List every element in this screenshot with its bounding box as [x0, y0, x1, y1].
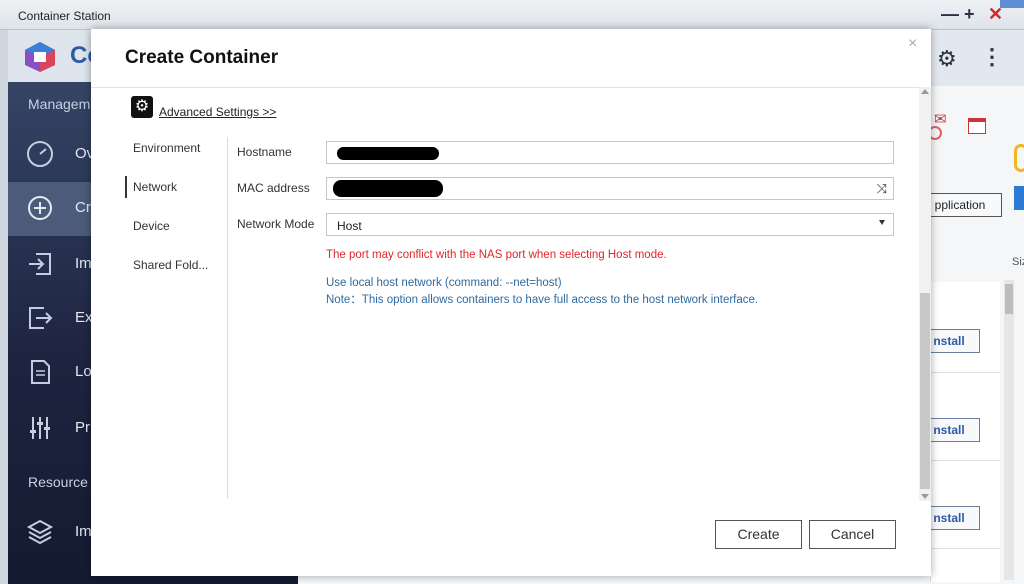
tab-network[interactable]: Network	[125, 176, 229, 198]
background-scrollbar[interactable]	[1004, 280, 1014, 580]
hostname-input[interactable]	[326, 141, 894, 164]
mac-address-input[interactable]: ⤨	[326, 177, 894, 200]
window-titlebar: Container Station — + ✕	[0, 0, 1024, 30]
window-title: Container Station	[18, 9, 111, 23]
more-options-icon[interactable]: ⋮	[981, 44, 1003, 70]
dialog-divider	[91, 87, 931, 88]
scroll-up-icon[interactable]	[921, 89, 929, 94]
sidebar-item-label: Cr	[75, 199, 91, 216]
sidebar-item-label: Im	[75, 255, 92, 272]
mail-icon: ✉	[934, 111, 947, 128]
tab-environment[interactable]: Environment	[125, 137, 229, 159]
log-icon	[31, 360, 50, 384]
list-divider	[930, 372, 1000, 373]
tab-device[interactable]: Device	[125, 215, 229, 237]
advanced-settings-gear-icon: ⚙	[131, 96, 153, 118]
list-divider	[930, 460, 1000, 461]
import-icon	[29, 253, 51, 275]
scrollbar-thumb[interactable]	[920, 293, 930, 489]
images-icon	[26, 519, 54, 545]
advanced-settings-link[interactable]: Advanced Settings >>	[159, 105, 276, 119]
export-icon	[29, 307, 53, 329]
create-button[interactable]: Create	[715, 520, 802, 549]
network-mode-select[interactable]: Host	[326, 213, 894, 236]
dialog-title: Create Container	[125, 47, 279, 68]
container-station-logo-icon	[25, 42, 55, 72]
hostname-label: Hostname	[237, 145, 292, 159]
cancel-button[interactable]: Cancel	[809, 520, 896, 549]
dialog-close-icon[interactable]: ×	[908, 35, 917, 53]
redaction-mark	[333, 180, 443, 197]
network-mode-value: Host	[337, 219, 362, 233]
network-mode-label: Network Mode	[237, 217, 315, 231]
size-column-header: Siz	[1012, 256, 1024, 268]
resource-section-label: Resource	[28, 474, 88, 490]
sidebar-item-label: Pr	[75, 419, 90, 436]
chevron-down-icon	[879, 220, 885, 225]
tab-shared-folders[interactable]: Shared Fold...	[125, 254, 229, 276]
mac-address-label: MAC address	[237, 181, 310, 195]
minimize-button[interactable]: —	[941, 4, 959, 24]
gauge-icon	[27, 141, 53, 167]
create-icon	[28, 196, 52, 220]
tabs-divider	[227, 137, 228, 499]
desktop-edge	[1000, 0, 1024, 8]
settings-gear-icon[interactable]: ⚙	[937, 46, 957, 72]
sidebar-item-label: Im	[75, 523, 92, 540]
host-network-note: Note：This option allows containers to ha…	[326, 294, 759, 306]
host-mode-warning: The port may conflict with the NAS port …	[326, 249, 667, 261]
preferences-icon	[30, 417, 50, 439]
randomize-mac-icon[interactable]: ⤨	[877, 181, 887, 197]
create-container-dialog: Create Container × ⚙ Advanced Settings >…	[91, 29, 931, 576]
sidebar-item-label: Ex	[75, 309, 93, 326]
host-network-info: Use local host network (command: --net=h…	[326, 277, 562, 289]
calendar-icon	[968, 118, 986, 134]
redaction-mark	[337, 147, 439, 160]
scrollbar-thumb[interactable]	[1005, 284, 1013, 314]
maximize-button[interactable]: +	[964, 4, 975, 24]
management-section-label: Manageme	[28, 96, 99, 112]
app-logo-icon	[1014, 144, 1024, 172]
dialog-scrollbar[interactable]	[919, 87, 931, 501]
sidebar-item-label: Lo	[75, 363, 92, 380]
scroll-down-icon[interactable]	[921, 494, 929, 499]
list-divider	[930, 548, 1000, 549]
app-badge	[1014, 186, 1024, 210]
